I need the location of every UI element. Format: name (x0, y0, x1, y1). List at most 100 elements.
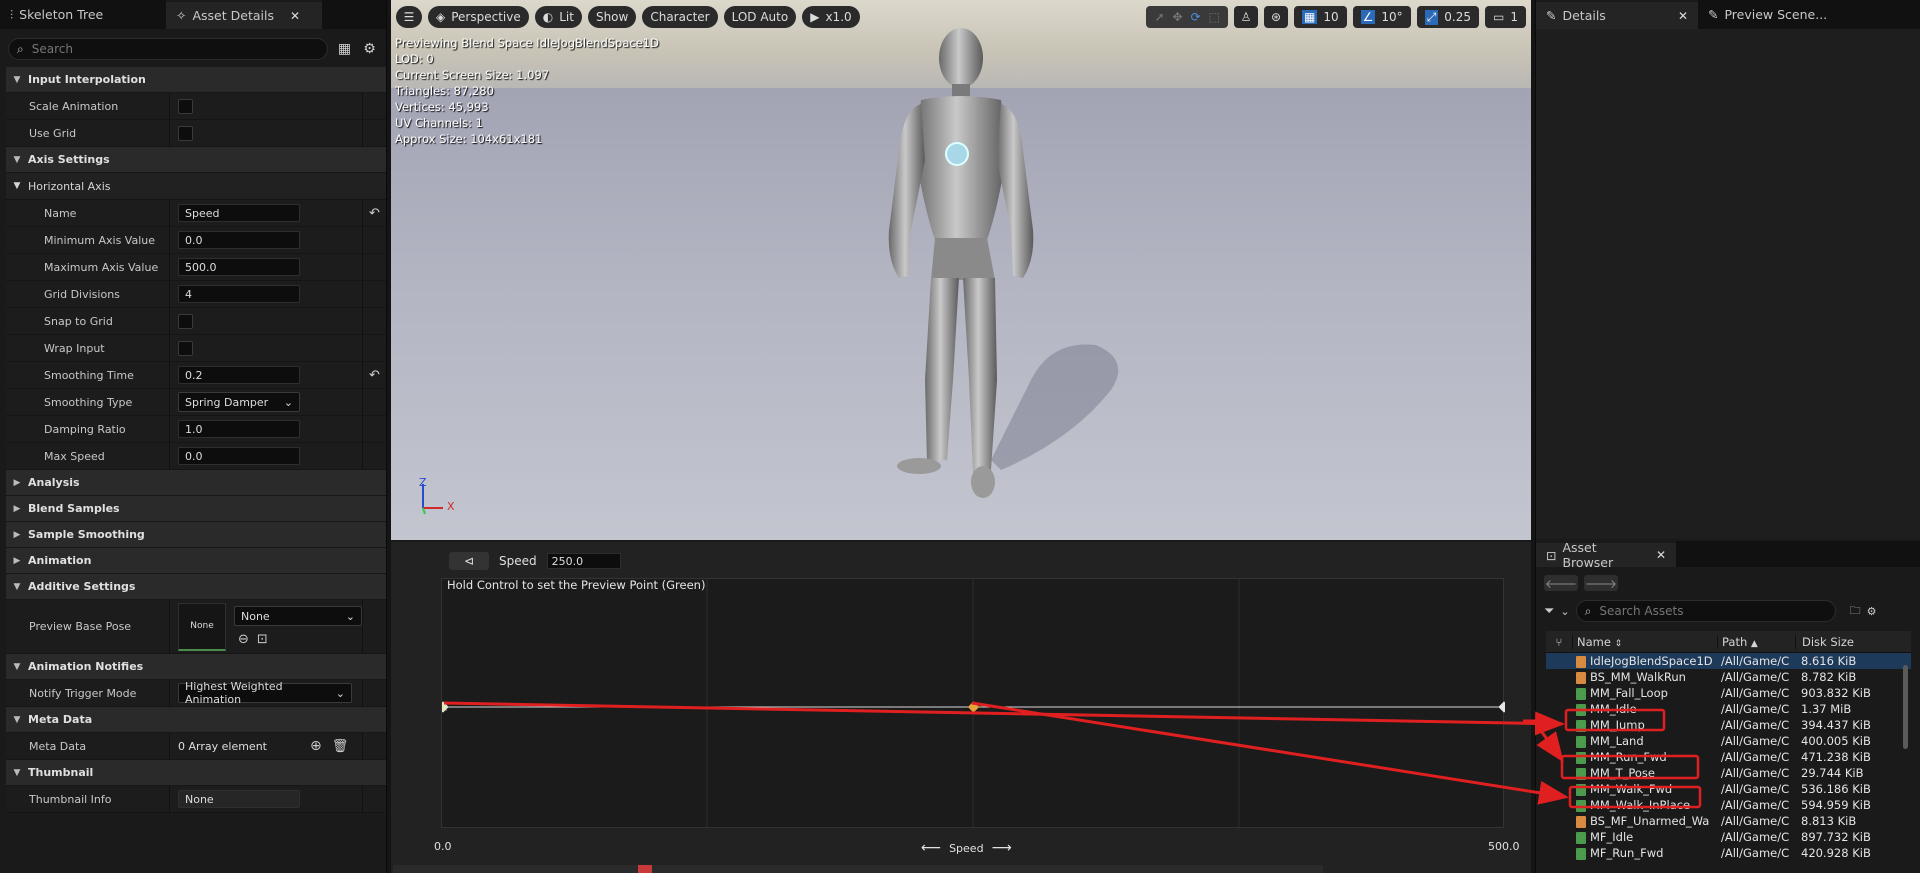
category-sample-smoothing[interactable]: ▶ Sample Smoothing (6, 522, 386, 548)
asset-row[interactable]: MM_Land/All/Game/C 400.005 KiB (1546, 733, 1911, 749)
asset-list-scrollbar[interactable] (1903, 665, 1908, 749)
gear-icon[interactable]: ⚙ (1867, 605, 1877, 618)
tab-asset-browser[interactable]: ⊡ Asset Browser ✕ (1536, 540, 1676, 570)
asset-row[interactable]: BS_MF_Unarmed_Wa/All/Game/C 8.813 KiB (1546, 813, 1911, 829)
blend-sample-point[interactable] (967, 701, 980, 713)
scale-snap[interactable]: ⤢ 0.25 (1416, 6, 1480, 28)
add-element-icon[interactable]: ⊕ (310, 738, 322, 754)
scale-animation-checkbox[interactable] (178, 98, 193, 114)
notify-trigger-mode-dropdown[interactable]: Highest Weighted Animation ⌄ (178, 680, 352, 706)
asset-row[interactable]: MM_Walk_Fwd/All/Game/C 536.186 KiB (1546, 781, 1911, 797)
browse-asset-icon[interactable]: ⊡ (257, 632, 268, 647)
translate-icon[interactable]: ✥ (1173, 10, 1183, 24)
trash-icon[interactable]: 🗑 (332, 739, 349, 754)
blend-sample-point[interactable] (1498, 701, 1505, 713)
reset-arrow-icon[interactable]: ↶ (362, 361, 386, 389)
category-label: Input Interpolation (28, 73, 146, 86)
category-additive-settings[interactable]: ▼ Additive Settings (6, 574, 386, 600)
category-meta-data[interactable]: ▼ Meta Data (6, 707, 386, 733)
grid-divisions-field[interactable]: 4 (178, 285, 300, 303)
close-icon[interactable]: ✕ (1656, 548, 1666, 562)
back-button[interactable]: 🡐 (1544, 575, 1578, 591)
min-axis-field[interactable]: 0.0 (178, 231, 300, 249)
asset-row[interactable]: MM_Fall_Loop/All/Game/C 903.832 KiB (1546, 685, 1911, 701)
asset-row[interactable]: BS_MM_WalkRun/All/Game/C 8.782 KiB (1546, 669, 1911, 685)
tab-skeleton-tree[interactable]: ⫶ Skeleton Tree (0, 0, 166, 29)
param-value-field[interactable]: 250.0 (546, 553, 621, 569)
category-input-interpolation[interactable]: ▼ Input Interpolation (6, 67, 386, 93)
rotate-icon[interactable]: ⟳ (1191, 10, 1201, 24)
wrap-input-checkbox[interactable] (178, 340, 193, 356)
asset-row[interactable]: MF_Idle/All/Game/C 897.732 KiB (1546, 829, 1911, 845)
forward-button[interactable]: 🡒 (1584, 575, 1618, 591)
smoothing-type-dropdown[interactable]: Spring Damper ⌄ (178, 392, 300, 412)
smoothing-time-field[interactable]: 0.2 (178, 366, 300, 384)
close-icon[interactable]: ✕ (290, 9, 300, 23)
rotation-snap[interactable]: ∠ 10° (1352, 6, 1411, 28)
category-analysis[interactable]: ▶ Analysis (6, 470, 386, 496)
snap-to-grid-checkbox[interactable] (178, 313, 193, 329)
close-icon[interactable]: ✕ (1678, 9, 1688, 23)
category-animation[interactable]: ▶ Animation (6, 548, 386, 574)
gear-icon[interactable]: ⚙ (361, 40, 378, 58)
grid-snap[interactable]: ▦ 10 (1294, 6, 1347, 28)
category-axis-settings[interactable]: ▼ Axis Settings (6, 147, 386, 173)
tab-details[interactable]: ✎ Details ✕ (1536, 0, 1698, 29)
param-label: Speed (499, 554, 537, 568)
play-rate-button[interactable]: ▶ x1.0 (802, 6, 860, 28)
chevron-down-icon[interactable]: ⌄ (1560, 605, 1569, 618)
asset-thumbnail[interactable]: None (178, 602, 226, 651)
damping-ratio-field[interactable]: 1.0 (178, 420, 300, 438)
asset-row[interactable]: MM_T_Pose/All/Game/C 29.744 KiB (1546, 765, 1911, 781)
max-axis-field[interactable]: 500.0 (178, 258, 300, 276)
scrub-handle[interactable] (638, 865, 652, 873)
lod-button[interactable]: LOD Auto (723, 6, 797, 28)
asset-row[interactable]: MM_Jump/All/Game/C 394.437 KiB (1546, 717, 1911, 733)
lit-button[interactable]: ◐ Lit (534, 6, 582, 28)
scale-icon[interactable]: ⬚ (1209, 10, 1220, 24)
asset-row[interactable]: MM_Run_Fwd/All/Game/C 471.238 KiB (1546, 749, 1911, 765)
preview-viewport[interactable]: ☰ ◈ Perspective ◐ Lit Show Character LOD A… (391, 0, 1531, 540)
select-icon[interactable]: ➚ (1154, 10, 1164, 24)
show-button[interactable]: Show (587, 6, 637, 28)
column-size[interactable]: Disk Size (1795, 634, 1885, 649)
category-thumbnail[interactable]: ▼ Thumbnail (6, 760, 386, 786)
prop-smoothing-type: Smoothing Type Spring Damper ⌄ (6, 388, 386, 416)
search-input-wrapper[interactable]: ⌕ (8, 38, 328, 60)
perspective-button[interactable]: ◈ Perspective (428, 6, 529, 28)
asset-row[interactable]: MM_Idle/All/Game/C 1.37 MiB (1546, 701, 1911, 717)
preview-point[interactable]: ✳ (442, 700, 449, 716)
asset-row[interactable]: IdleJogBlendSpace1D/All/Game/C 8.616 KiB (1546, 653, 1911, 669)
asset-row[interactable]: MM_Walk_InPlace/All/Game/C 594.959 KiB (1546, 797, 1911, 813)
tab-asset-details[interactable]: ✧ Asset Details ✕ (166, 0, 322, 29)
thumbnail-info-field[interactable]: None (178, 790, 300, 808)
column-name[interactable]: Name ⇕ (1572, 634, 1717, 649)
preview-base-pose-dropdown[interactable]: None ⌄ (234, 606, 362, 626)
search-input[interactable] (31, 42, 272, 56)
column-path[interactable]: Path ▲ (1717, 634, 1795, 649)
toggle-param-button[interactable]: ⊲ (449, 552, 489, 570)
timeline-scrub-bar[interactable] (393, 865, 1323, 873)
blend-space-graph[interactable]: ✳ (441, 578, 1505, 829)
use-grid-checkbox[interactable] (178, 125, 193, 141)
reset-arrow-icon[interactable]: ↶ (362, 199, 386, 227)
camera-speed[interactable]: ▭ 1 (1485, 6, 1526, 28)
tab-preview-scene[interactable]: ✎ Preview Scene... (1698, 0, 1838, 29)
asset-row[interactable]: MF_Run_Fwd/All/Game/C 420.928 KiB (1546, 845, 1911, 861)
table-view-icon[interactable]: ▦ (336, 40, 353, 58)
asset-search-wrapper[interactable]: ⌕ (1575, 600, 1836, 622)
character-button[interactable]: Character (642, 6, 718, 28)
category-blend-samples[interactable]: ▶ Blend Samples (6, 496, 386, 522)
use-selected-asset-icon[interactable]: ⊖ (238, 632, 249, 647)
filter-icon[interactable]: ⏷ (1544, 604, 1554, 619)
viewport-options-button[interactable]: ☰ (396, 6, 422, 28)
subcategory-label: Horizontal Axis (28, 179, 111, 193)
asset-search-input[interactable] (1599, 604, 1800, 618)
max-speed-field[interactable]: 0.0 (178, 447, 300, 465)
subcategory-horizontal-axis[interactable]: ▼ Horizontal Axis (6, 173, 386, 200)
folder-icon[interactable]: 🗀 (1850, 602, 1861, 621)
category-animation-notifies[interactable]: ▼ Animation Notifies (6, 654, 386, 680)
axis-name-field[interactable]: Speed (178, 204, 300, 222)
world-local-toggle[interactable]: ♙ (1234, 6, 1259, 28)
surface-snap-toggle[interactable]: ⊛ (1264, 6, 1289, 28)
